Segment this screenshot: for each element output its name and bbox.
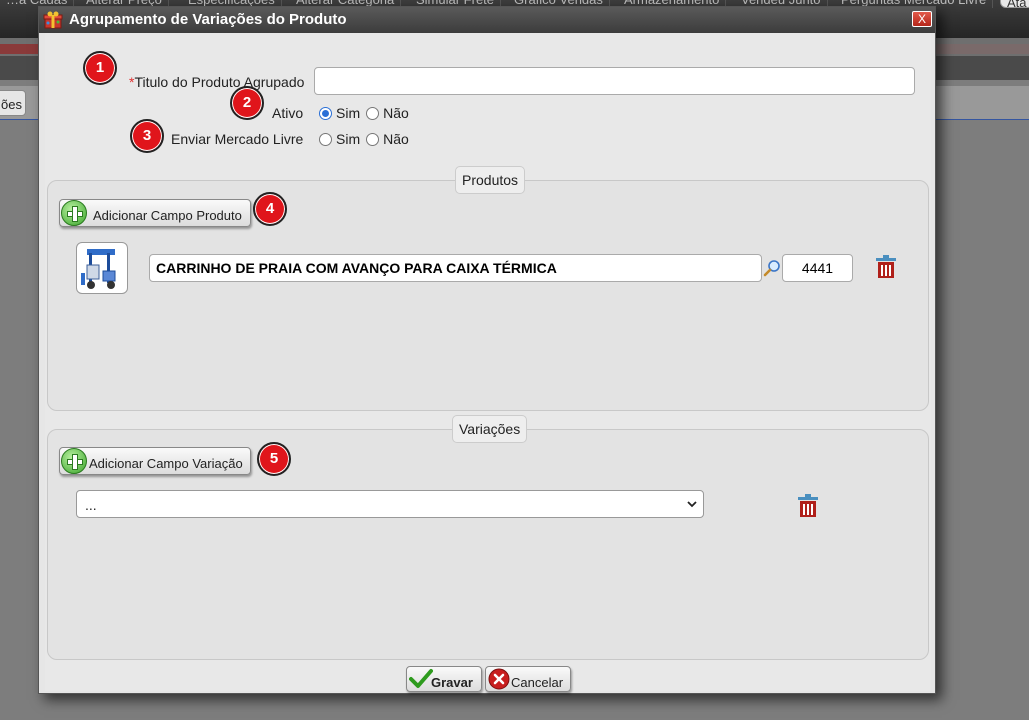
cancel-label: Cancelar (511, 675, 564, 690)
product-title-input[interactable] (314, 67, 915, 95)
variation-select[interactable]: ... (76, 490, 704, 518)
mercado-livre-radio-group: Sim Não (319, 131, 413, 147)
product-title-label: *Titulo do Produto Agrupado (129, 74, 304, 90)
close-button[interactable]: X (912, 11, 932, 27)
step-badge-4: 4 (253, 192, 287, 226)
cancel-button[interactable]: Cancelar (485, 666, 571, 692)
ml-sim-label[interactable]: Sim (336, 131, 360, 147)
bg-accent-bar (934, 44, 1029, 54)
dialog-titlebar[interactable]: Agrupamento de Variações do Produto X (39, 7, 935, 33)
variation-group-dialog: Agrupamento de Variações do Produto X 1 … (38, 6, 936, 694)
variations-legend: Variações (452, 415, 528, 443)
add-variation-field-label: Adicionar Campo Variação (89, 456, 243, 471)
save-button[interactable]: Gravar (406, 666, 482, 692)
bg-side-button[interactable]: ões (0, 90, 26, 116)
checkmark-icon (409, 669, 433, 688)
add-variation-field-button[interactable]: Adicionar Campo Variação (59, 447, 251, 475)
products-legend: Produtos (455, 166, 526, 194)
product-code-input[interactable] (782, 254, 853, 282)
mercado-livre-label: Enviar Mercado Livre (171, 131, 304, 147)
trash-icon[interactable] (797, 494, 819, 518)
product-name-input[interactable] (149, 254, 762, 282)
cancel-x-icon (488, 668, 510, 690)
add-plus-icon (61, 200, 87, 226)
ml-nao-label[interactable]: Não (383, 131, 409, 147)
product-title-label-text: Titulo do Produto Agrupado (134, 74, 305, 90)
variation-select-value: ... (85, 497, 97, 513)
add-product-field-label: Adicionar Campo Produto (93, 208, 242, 223)
ml-sim-radio[interactable] (319, 132, 332, 146)
ativo-sim-label[interactable]: Sim (336, 105, 360, 121)
ativo-radio-group: Sim Não (319, 105, 413, 121)
add-plus-icon (61, 448, 87, 474)
dialog-title: Agrupamento de Variações do Produto (69, 11, 347, 28)
step-badge-2: 2 (230, 86, 264, 120)
ml-nao-radio[interactable] (366, 132, 380, 146)
ativo-nao-label[interactable]: Não (383, 105, 409, 121)
step-badge-1: 1 (83, 51, 117, 85)
save-label: Gravar (431, 675, 473, 690)
product-thumbnail (76, 242, 128, 294)
trash-icon[interactable] (875, 255, 897, 279)
ativo-nao-radio[interactable] (366, 106, 380, 120)
step-badge-3: 3 (130, 119, 164, 153)
search-icon[interactable] (763, 259, 781, 277)
add-product-field-button[interactable]: Adicionar Campo Produto (59, 199, 251, 227)
beach-cart-image (81, 249, 116, 289)
bg-tab[interactable]: Ata (1000, 0, 1029, 10)
ativo-label: Ativo (272, 105, 304, 121)
bg-accent-bar (0, 44, 40, 54)
ativo-sim-radio[interactable] (319, 106, 332, 120)
gift-box-icon (43, 11, 63, 29)
chevron-down-icon (687, 501, 697, 508)
dialog-body: 1 *Titulo do Produto Agrupado 2 Ativo Si… (45, 33, 931, 692)
step-badge-5: 5 (257, 442, 291, 476)
